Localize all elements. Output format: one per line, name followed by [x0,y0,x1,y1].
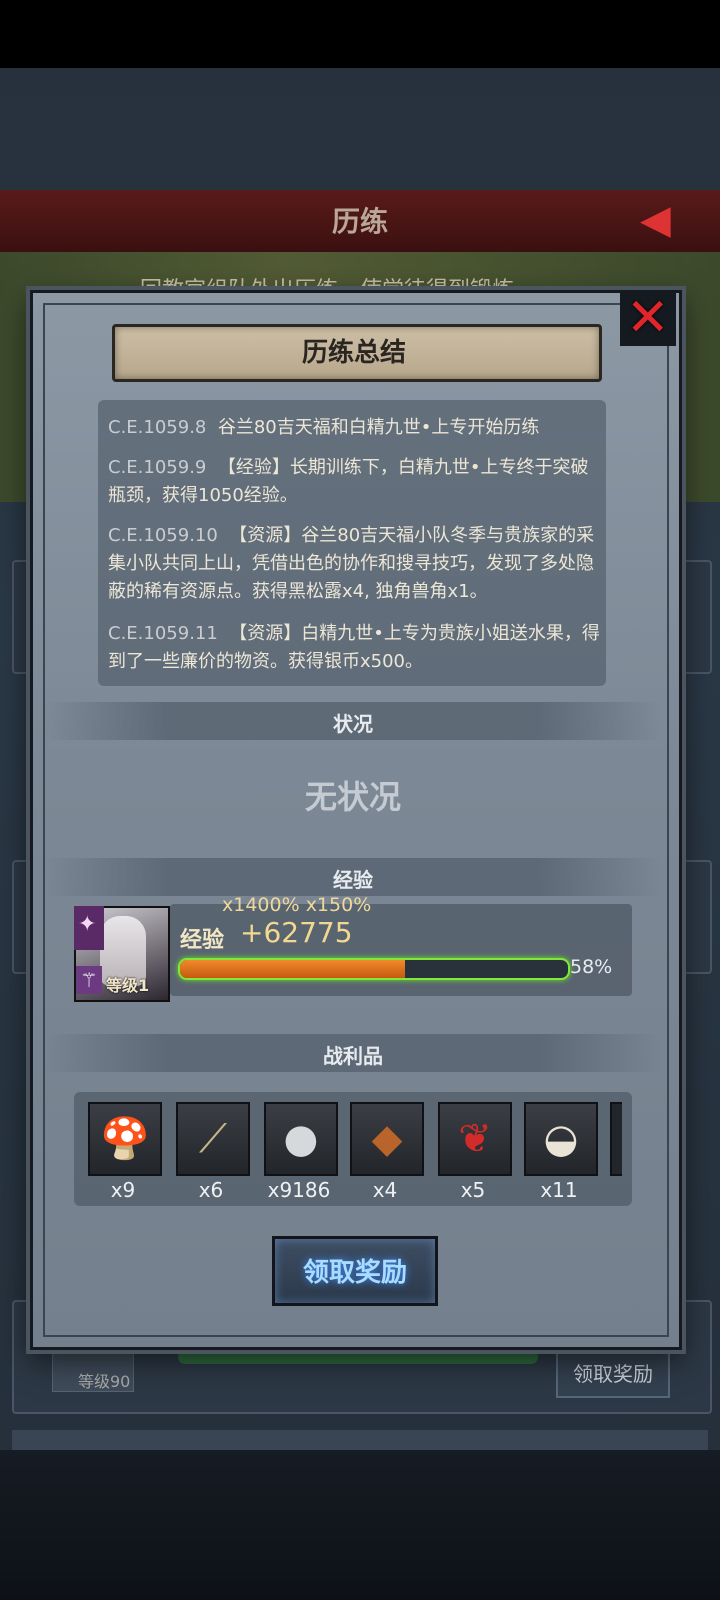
navigation-bar-area [0,1450,720,1600]
loot-item[interactable]: ◒ [524,1102,598,1176]
loot-header: 战利品 [323,1044,383,1068]
loot-item[interactable]: ⟋ [176,1102,250,1176]
exp-progress-bar [178,958,570,980]
truffle-icon: 🍄 [100,1116,150,1162]
close-button[interactable]: ✕ [620,290,676,346]
exp-multipliers: x1400% x150% [222,894,372,916]
log-entry: C.E.1059.11 【资源】白精九世•上专为贵族小姐送水果，得到了一些廉价的… [108,620,602,676]
exp-value: +62775 [240,916,353,949]
close-icon: ✕ [626,288,670,348]
log-entry: C.E.1059.9 【经验】长期训练下，白精九世•上专终于突破瓶颈，获得105… [108,454,602,510]
exp-header: 经验 [333,868,373,892]
claim-reward-label[interactable]: 领取奖励 [272,1252,438,1289]
loot-count: x6 [198,1178,224,1202]
exp-percent: 58% [570,956,613,978]
loot-item[interactable]: ◆ [350,1102,424,1176]
back-arrow-icon[interactable]: ◀ [640,198,700,242]
exp-progress-fill [180,960,406,978]
status-bar-area [0,0,720,68]
leather-icon: ◆ [371,1116,403,1162]
background-title: 历练 [331,205,388,238]
hero-level: 等级1 [106,976,150,995]
log-date: C.E.1059.8 [108,417,207,438]
exp-label: 经验 [180,928,225,953]
loot-count: x11 [540,1178,578,1202]
log-date: C.E.1059.11 [108,623,218,644]
background-claim-button[interactable]: 领取奖励 [556,1350,670,1398]
loot-item[interactable]: 🍄 [88,1102,162,1176]
loot-count: x9 [110,1178,136,1202]
loot-item-partial[interactable] [610,1102,622,1176]
silver-coin-icon: ● [283,1116,319,1162]
status-header: 状况 [333,712,373,736]
log-entry: C.E.1059.10 【资源】谷兰80吉天福小队冬季与贵族家的采集小队共同上山… [108,522,602,606]
background-progress-bar [178,1350,538,1364]
loot-count: x4 [372,1178,398,1202]
loot-count: x5 [460,1178,486,1202]
unicorn-horn-icon: ⟋ [199,1116,227,1162]
berries-icon: ❦ [458,1116,492,1162]
loot-item[interactable]: ● [264,1102,338,1176]
background-footer [12,1430,708,1450]
log-text: 谷兰80吉天福和白精九世•上专开始历练 [217,417,540,438]
modal-title: 历练总结 [301,338,406,368]
staff-icon: ⚚ [76,966,102,994]
log-date: C.E.1059.10 [108,525,218,546]
milk-bowl-icon: ◒ [543,1116,579,1162]
loot-count: x9186 [267,1178,331,1202]
log-date: C.E.1059.9 [108,457,207,478]
class-badge-icon: ✦ [74,906,104,950]
background-hero-level: 等级90 [78,1372,131,1391]
status-value: 无状况 [304,778,401,816]
log-entry: C.E.1059.8 谷兰80吉天福和白精九世•上专开始历练 [108,414,602,442]
loot-item[interactable]: ❦ [438,1102,512,1176]
